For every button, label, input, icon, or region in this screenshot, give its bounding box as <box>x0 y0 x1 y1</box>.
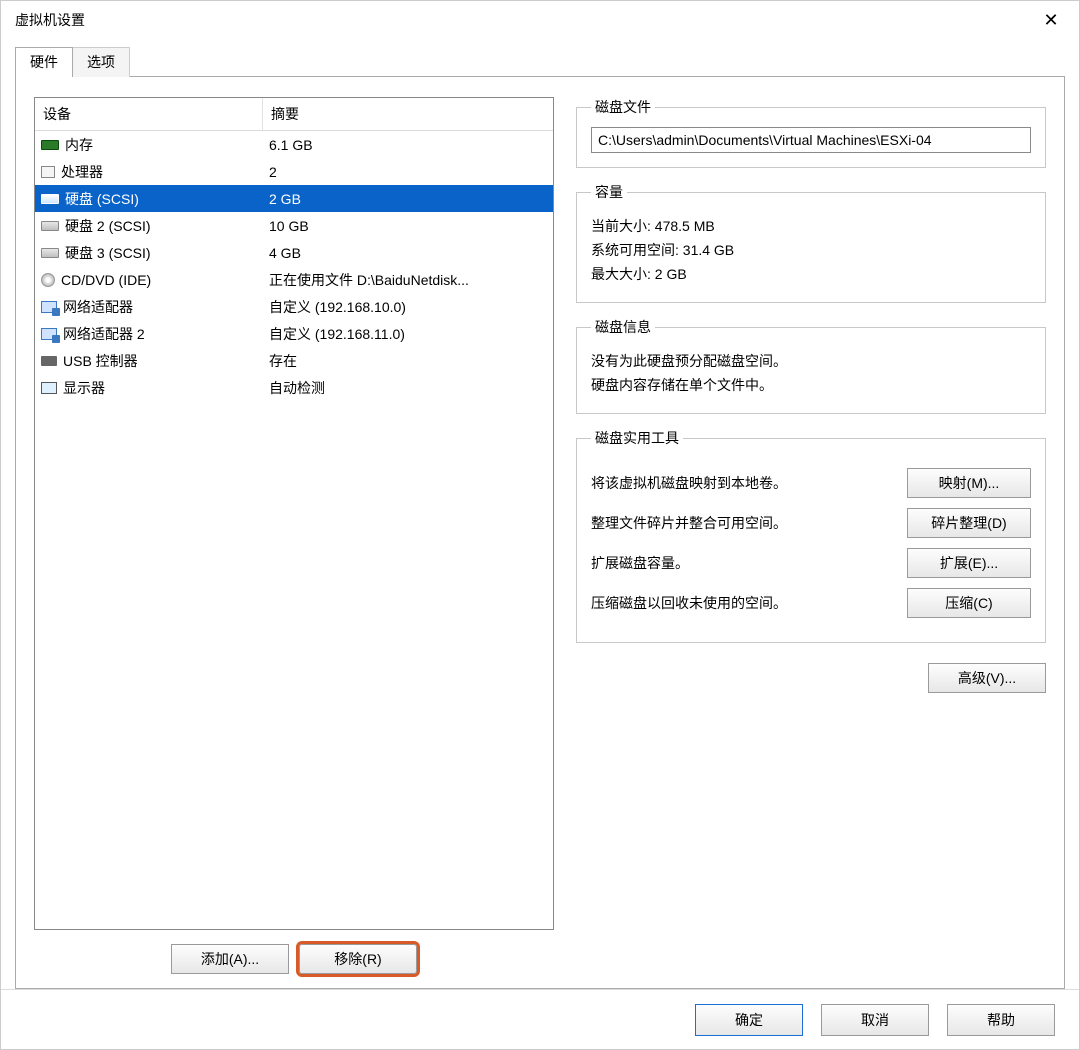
expand-desc: 扩展磁盘容量。 <box>591 553 689 573</box>
device-row-cpu[interactable]: 处理器 2 <box>35 158 553 185</box>
display-icon <box>41 382 57 394</box>
device-list: 设备 摘要 内存 6.1 GB 处理器 2 硬盘 (SCSI) 2 GB <box>34 97 554 930</box>
network-icon <box>41 301 57 313</box>
ok-button[interactable]: 确定 <box>695 1004 803 1036</box>
device-row-memory[interactable]: 内存 6.1 GB <box>35 131 553 158</box>
add-button[interactable]: 添加(A)... <box>171 944 289 974</box>
tab-hardware[interactable]: 硬件 <box>15 47 73 77</box>
device-row-net-2[interactable]: 网络适配器 2 自定义 (192.168.11.0) <box>35 320 553 347</box>
diskinfo-group: 磁盘信息 没有为此硬盘预分配磁盘空间。 硬盘内容存储在单个文件中。 <box>576 317 1046 414</box>
disk-utils-group: 磁盘实用工具 将该虚拟机磁盘映射到本地卷。 映射(M)... 整理文件碎片并整合… <box>576 428 1046 643</box>
advanced-button[interactable]: 高级(V)... <box>928 663 1046 693</box>
compact-button[interactable]: 压缩(C) <box>907 588 1031 618</box>
diskfile-legend: 磁盘文件 <box>591 97 655 117</box>
capacity-current: 当前大小: 478.5 MB <box>591 216 1031 236</box>
close-icon[interactable]: ✕ <box>1031 10 1071 31</box>
disk-icon <box>41 194 59 204</box>
cpu-icon <box>41 166 55 178</box>
memory-icon <box>41 140 59 150</box>
disk-icon <box>41 221 59 231</box>
device-row-cddvd[interactable]: CD/DVD (IDE) 正在使用文件 D:\BaiduNetdisk... <box>35 266 553 293</box>
network-icon <box>41 328 57 340</box>
capacity-max: 最大大小: 2 GB <box>591 264 1031 284</box>
defrag-button[interactable]: 碎片整理(D) <box>907 508 1031 538</box>
help-button[interactable]: 帮助 <box>947 1004 1055 1036</box>
device-row-display[interactable]: 显示器 自动检测 <box>35 374 553 401</box>
compact-desc: 压缩磁盘以回收未使用的空间。 <box>591 593 787 613</box>
device-row-disk-1[interactable]: 硬盘 (SCSI) 2 GB <box>35 185 553 212</box>
usb-icon <box>41 356 57 366</box>
capacity-free: 系统可用空间: 31.4 GB <box>591 240 1031 260</box>
disk-utils-legend: 磁盘实用工具 <box>591 428 683 448</box>
tab-options[interactable]: 选项 <box>73 47 130 77</box>
device-row-usb[interactable]: USB 控制器 存在 <box>35 347 553 374</box>
map-desc: 将该虚拟机磁盘映射到本地卷。 <box>591 473 787 493</box>
device-header: 设备 <box>35 98 263 130</box>
window-title: 虚拟机设置 <box>9 10 1031 30</box>
capacity-legend: 容量 <box>591 182 627 202</box>
cd-icon <box>41 273 55 287</box>
remove-button[interactable]: 移除(R) <box>299 944 417 974</box>
cancel-button[interactable]: 取消 <box>821 1004 929 1036</box>
diskfile-group: 磁盘文件 C:\Users\admin\Documents\Virtual Ma… <box>576 97 1046 168</box>
diskinfo-legend: 磁盘信息 <box>591 317 655 337</box>
expand-button[interactable]: 扩展(E)... <box>907 548 1031 578</box>
disk-icon <box>41 248 59 258</box>
summary-header: 摘要 <box>263 98 553 130</box>
device-row-net-1[interactable]: 网络适配器 自定义 (192.168.10.0) <box>35 293 553 320</box>
map-button[interactable]: 映射(M)... <box>907 468 1031 498</box>
defrag-desc: 整理文件碎片并整合可用空间。 <box>591 513 787 533</box>
device-row-disk-3[interactable]: 硬盘 3 (SCSI) 4 GB <box>35 239 553 266</box>
capacity-group: 容量 当前大小: 478.5 MB 系统可用空间: 31.4 GB 最大大小: … <box>576 182 1046 303</box>
device-row-disk-2[interactable]: 硬盘 2 (SCSI) 10 GB <box>35 212 553 239</box>
diskfile-path[interactable]: C:\Users\admin\Documents\Virtual Machine… <box>591 127 1031 153</box>
diskinfo-line1: 没有为此硬盘预分配磁盘空间。 <box>591 351 1031 371</box>
diskinfo-line2: 硬盘内容存储在单个文件中。 <box>591 375 1031 395</box>
